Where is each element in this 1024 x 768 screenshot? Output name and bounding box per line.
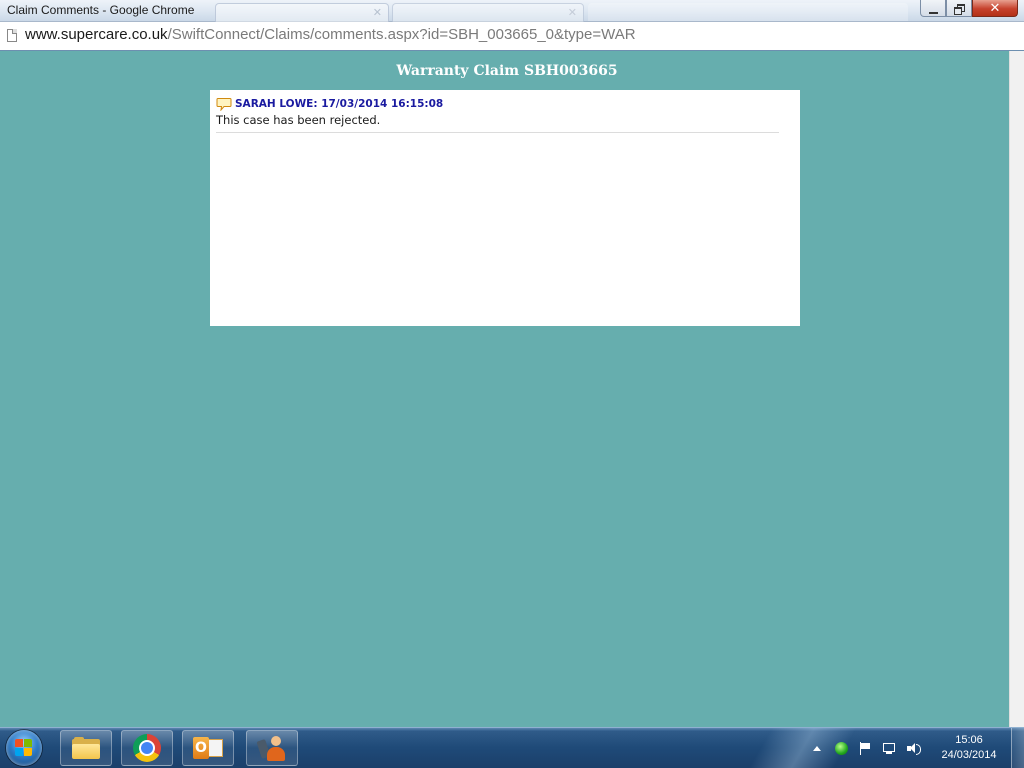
- taskbar: O 15:06 24/03/2014: [0, 727, 1024, 768]
- windows-start-icon: [15, 739, 33, 757]
- person-phone-icon: [256, 734, 287, 762]
- url-field[interactable]: www.supercare.co.uk/SwiftConnect/Claims/…: [25, 26, 636, 43]
- status-green-icon: [834, 741, 848, 755]
- url-path: /SwiftConnect/Claims/comments.aspx?id=SB…: [167, 26, 636, 43]
- restore-icon: [954, 3, 965, 15]
- volume-button[interactable]: [906, 741, 921, 755]
- clock-time: 15:06: [955, 734, 983, 746]
- vertical-scrollbar[interactable]: [1009, 51, 1024, 727]
- page-icon: [7, 29, 17, 42]
- background-tab-close-icon[interactable]: ✕: [568, 6, 577, 19]
- outlook-letter: O: [193, 737, 209, 759]
- comment-author-timestamp: SARAH LOWE: 17/03/2014 16:15:08: [235, 98, 444, 110]
- comment-header: SARAH LOWE: 17/03/2014 16:15:08: [216, 97, 779, 111]
- page-title: Warranty Claim SBH003665: [396, 63, 618, 79]
- action-center-flag-icon: [859, 741, 871, 755]
- action-center-button[interactable]: [858, 741, 872, 755]
- speech-bubble-icon: [216, 98, 232, 111]
- outlook-icon: O: [193, 735, 223, 761]
- network-button[interactable]: [882, 741, 896, 755]
- close-icon: ✕: [989, 0, 1001, 16]
- background-tab-1[interactable]: ✕: [215, 3, 389, 22]
- url-host: www.supercare.co.uk: [25, 26, 168, 43]
- start-button[interactable]: [6, 730, 42, 766]
- address-bar[interactable]: www.supercare.co.uk/SwiftConnect/Claims/…: [0, 22, 1024, 51]
- comments-panel: SARAH LOWE: 17/03/2014 16:15:08 This cas…: [210, 90, 800, 326]
- volume-icon: [906, 742, 921, 755]
- restore-button[interactable]: [946, 0, 972, 17]
- window-title: Claim Comments - Google Chrome: [7, 3, 195, 17]
- system-tray: 15:06 24/03/2014: [800, 728, 1024, 768]
- chrome-icon: [133, 734, 161, 762]
- close-button[interactable]: ✕: [972, 0, 1018, 17]
- minimize-icon: [928, 9, 938, 14]
- taskbar-explorer-button[interactable]: [60, 730, 112, 766]
- background-tab-2[interactable]: ✕: [392, 3, 584, 22]
- window-titlebar[interactable]: ✕ ✕ Claim Comments - Google Chrome ✕: [0, 0, 1024, 22]
- taskbar-contacts-button[interactable]: [246, 730, 298, 766]
- show-hidden-icons-button[interactable]: [810, 741, 824, 755]
- clock[interactable]: 15:06 24/03/2014: [933, 733, 1005, 763]
- comment-text: This case has been rejected.: [216, 113, 381, 127]
- minimize-button[interactable]: [920, 0, 946, 17]
- background-tab-close-icon[interactable]: ✕: [373, 6, 382, 19]
- network-icon: [882, 742, 896, 755]
- comment-item: SARAH LOWE: 17/03/2014 16:15:08 This cas…: [216, 97, 779, 133]
- screen: ✕ ✕ Claim Comments - Google Chrome ✕ www…: [0, 0, 1024, 768]
- page-content: Warranty Claim SBH003665 SARAH LOWE: 17/…: [0, 51, 1009, 727]
- status-tray-button[interactable]: [834, 741, 848, 755]
- folder-icon: [72, 737, 100, 759]
- show-desktop-button[interactable]: [1011, 728, 1024, 768]
- background-tab-3[interactable]: [588, 3, 908, 21]
- clock-date: 24/03/2014: [941, 749, 997, 761]
- taskbar-outlook-button[interactable]: O: [182, 730, 234, 766]
- window-controls: ✕: [920, 0, 1018, 18]
- chevron-up-icon: [813, 745, 821, 751]
- taskbar-chrome-button[interactable]: [121, 730, 173, 766]
